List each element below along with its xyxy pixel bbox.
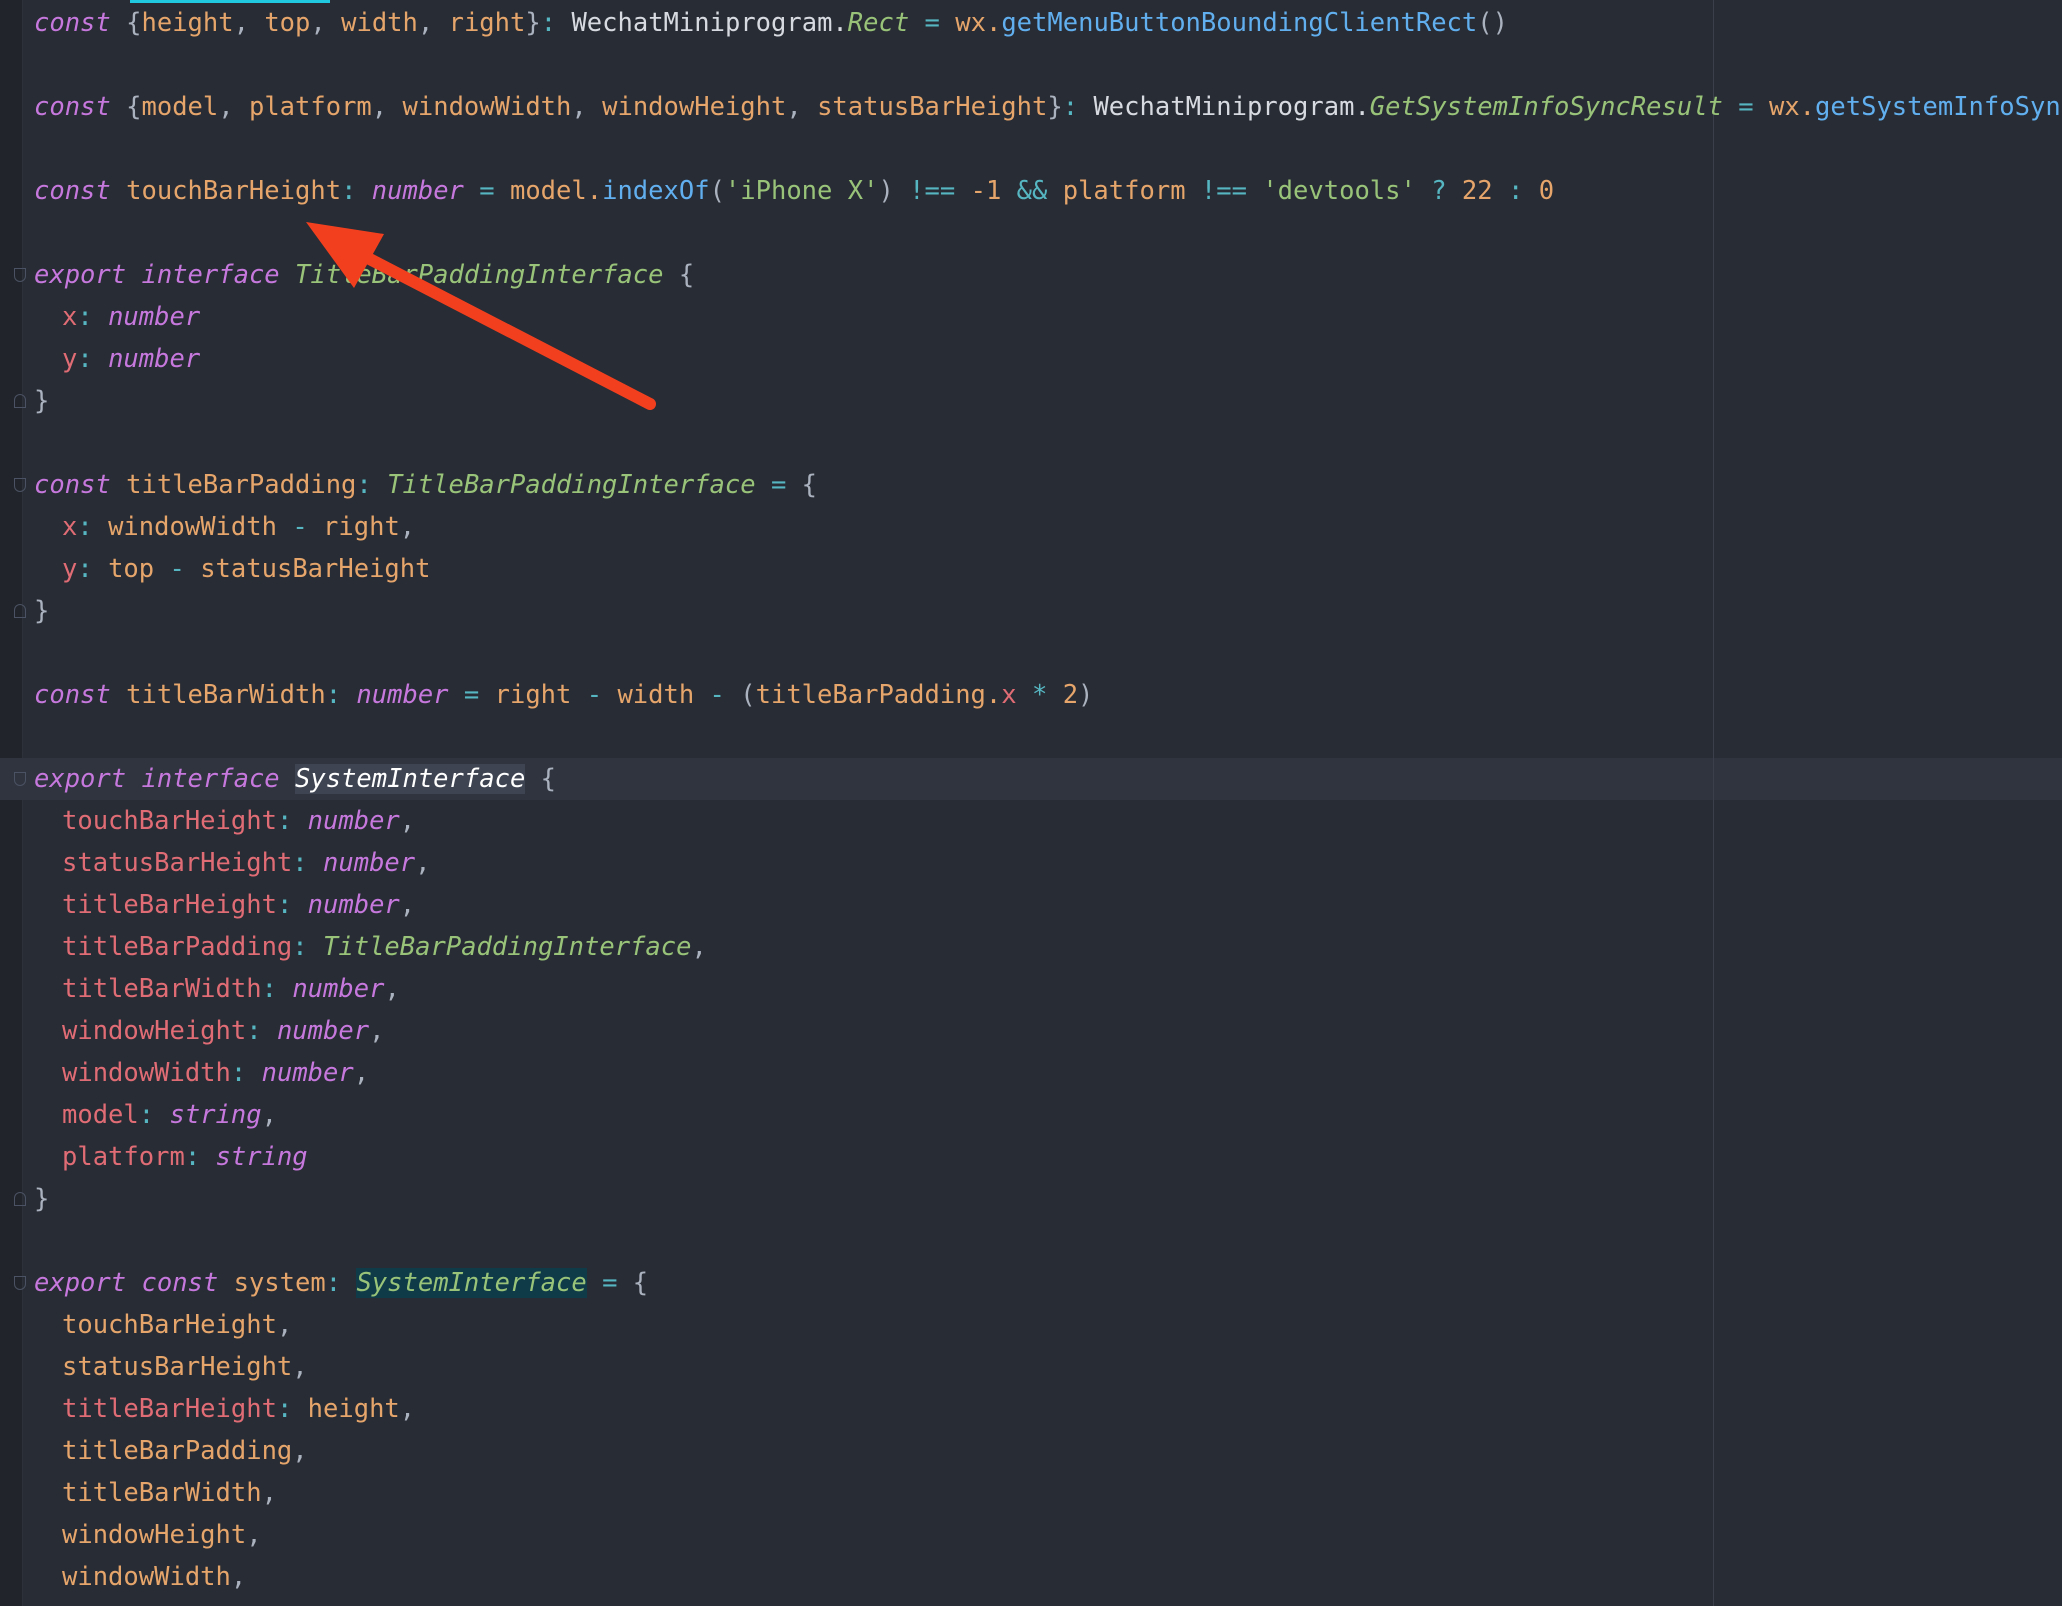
fold-end-icon[interactable]: [14, 1192, 26, 1206]
fold-collapse-icon[interactable]: [14, 772, 26, 786]
fold-end-icon[interactable]: [14, 394, 26, 408]
fold-collapse-icon[interactable]: [14, 1276, 26, 1290]
fold-collapse-icon[interactable]: [14, 478, 26, 492]
code-editor[interactable]: const {height, top, width, right}: Wecha…: [0, 0, 2062, 1606]
fold-collapse-icon[interactable]: [14, 268, 26, 282]
fold-end-icon[interactable]: [14, 604, 26, 618]
arrow-annotation-icon: [306, 222, 656, 410]
